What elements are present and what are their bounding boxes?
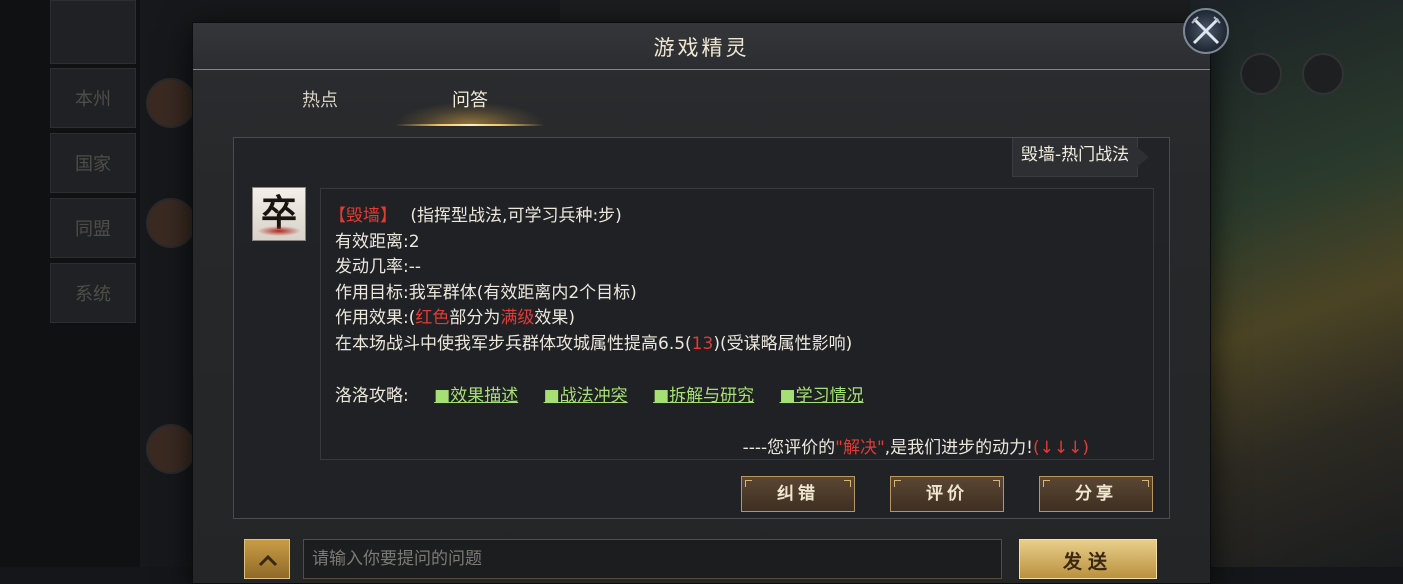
game-assistant-dialog: 游戏精灵 热点 问答 毁墙-热门战法 卒 【毁墙】 (指挥型战法,可学习兵种:步… [193, 23, 1210, 583]
effect-max-text: 满级 [500, 308, 535, 328]
feedback-prefix: ----您评价的 [742, 438, 836, 458]
skill-header-line: 【毁墙】 (指挥型战法,可学习兵种:步) [329, 201, 622, 226]
tab-hot-topics[interactable]: 热点 [245, 70, 395, 126]
assistant-avatar-glyph: 卒 [260, 192, 297, 234]
desc-prefix: 在本场战斗中使我军步兵群体攻城属性提高6.5( [335, 334, 692, 354]
tab-active-underline [395, 124, 545, 126]
correct-button[interactable]: 纠错 [741, 476, 855, 512]
dialog-tabs: 热点 问答 [193, 70, 1210, 126]
assistant-avatar: 卒 [252, 187, 306, 241]
share-button[interactable]: 分享 [1039, 476, 1153, 512]
rate-button[interactable]: 评价 [890, 476, 1004, 512]
close-button[interactable] [1183, 8, 1229, 54]
skill-description-line: 在本场战斗中使我军步兵群体攻城属性提高6.5(13)(受谋略属性影响) [335, 329, 852, 354]
background-tab-2: 本州 [50, 68, 136, 128]
effect-prefix: 作用效果:( [335, 308, 416, 328]
guide-label: 洛洛攻略: [335, 386, 409, 406]
background-location-icon [1302, 53, 1344, 95]
feedback-arrows[interactable]: (↓↓↓) [1033, 438, 1089, 458]
answer-panel: 毁墙-热门战法 卒 【毁墙】 (指挥型战法,可学习兵种:步) 有效距离:2 发动… [233, 137, 1170, 519]
guide-link-effect[interactable]: ■效果描述 [434, 386, 518, 406]
dialog-title: 游戏精灵 [653, 36, 750, 60]
background-avatar [146, 198, 196, 248]
background-map [1190, 0, 1403, 567]
answer-bubble: 【毁墙】 (指挥型战法,可学习兵种:步) 有效距离:2 发动几率:-- 作用目标… [320, 188, 1154, 460]
desc-suffix: )(受谋略属性影响) [713, 334, 853, 354]
guide-line: 洛洛攻略: ■效果描述 ■战法冲突 ■拆解与研究 ■学习情况 [335, 381, 864, 406]
expand-button[interactable] [244, 539, 290, 579]
background-tab-5: 系统 [50, 263, 136, 323]
effect-suffix: 效果) [534, 308, 576, 328]
topic-tag: 毁墙-热门战法 [1012, 138, 1150, 177]
question-input[interactable] [303, 539, 1002, 579]
background-play-icon [1240, 53, 1282, 95]
chevron-up-icon [258, 554, 278, 567]
background-tab-4: 同盟 [50, 198, 136, 258]
tab-qa[interactable]: 问答 [395, 70, 545, 126]
tab-qa-label: 问答 [452, 90, 488, 111]
feedback-mid: ,是我们进步的动力! [884, 438, 1033, 458]
skill-name: 【毁墙】 [329, 206, 397, 226]
background-tab-3: 国家 [50, 133, 136, 193]
feedback-word: "解决" [835, 438, 885, 458]
guide-link-research[interactable]: ■拆解与研究 [653, 386, 754, 406]
skill-type: (指挥型战法,可学习兵种:步) [410, 206, 622, 226]
background-avatar [146, 78, 196, 128]
guide-link-conflict[interactable]: ■战法冲突 [544, 386, 628, 406]
effect-red-text: 红色 [415, 308, 450, 328]
effect-mid: 部分为 [449, 308, 501, 328]
background-avatar [146, 424, 196, 474]
send-button[interactable]: 发送 [1019, 539, 1157, 579]
dialog-header: 游戏精灵 [193, 23, 1210, 70]
skill-trigger-rate: 发动几率:-- [335, 257, 421, 277]
background-tab-1 [50, 0, 136, 64]
desc-max-value: 13 [691, 334, 714, 354]
feedback-line: ----您评价的"解决",是我们进步的动力!(↓↓↓) [743, 433, 1089, 458]
skill-target: 作用目标:我军群体(有效距离内2个目标) [335, 283, 637, 303]
crossed-swords-close-icon [1191, 16, 1221, 45]
input-row: 发送 [193, 539, 1210, 583]
skill-range: 有效距离:2 [335, 232, 420, 252]
skill-effect-line: 作用效果:(红色部分为满级效果) [335, 303, 575, 328]
guide-link-learning[interactable]: ■学习情况 [780, 386, 864, 406]
